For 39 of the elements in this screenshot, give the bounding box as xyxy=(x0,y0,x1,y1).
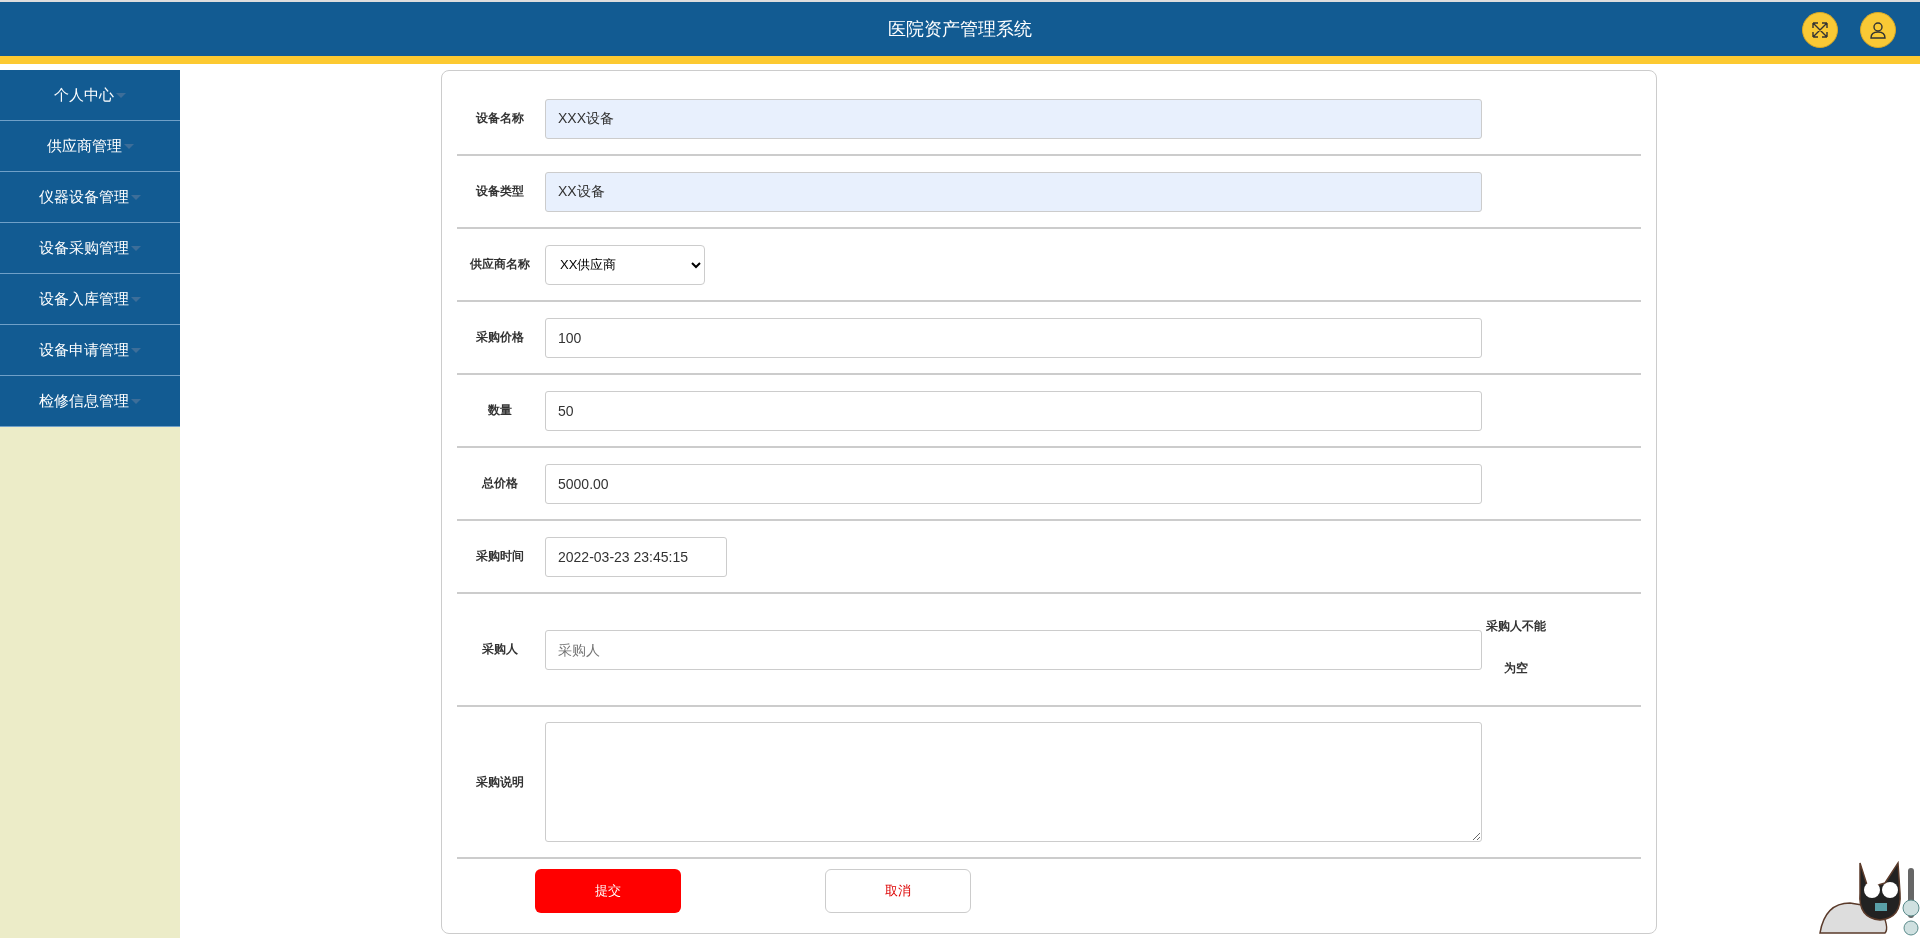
input-field[interactable]: XXX设备 xyxy=(545,98,1482,139)
field-label: 采购说明 xyxy=(475,773,525,791)
field-label: 供应商名称 xyxy=(469,256,531,273)
input-field[interactable]: 5000.00 xyxy=(545,463,1482,504)
field-label: 采购价格 xyxy=(475,329,525,346)
submit-button[interactable]: 提交 xyxy=(535,869,681,913)
input-field[interactable]: 2022-03-23 23:45:15 xyxy=(545,536,727,577)
caret-icon xyxy=(123,143,134,149)
input-field[interactable]: 50 xyxy=(545,390,1482,431)
caret-icon xyxy=(131,296,141,302)
input-field[interactable]: XX设备 xyxy=(545,171,1482,212)
fullscreen-button[interactable] xyxy=(1802,12,1838,48)
caret-icon xyxy=(131,194,141,200)
sidebar-menu-item[interactable]: 供应商管理 xyxy=(0,121,180,172)
cancel-button[interactable]: 取消 xyxy=(825,869,971,913)
user-icon xyxy=(1869,21,1887,39)
sidebar-menu-item[interactable]: 个人中心 xyxy=(0,70,180,121)
sidebar-menu-item[interactable]: 检修信息管理 xyxy=(0,376,180,427)
caret-icon xyxy=(131,245,141,251)
field-label: 采购人 xyxy=(481,641,519,658)
caret-icon xyxy=(116,92,126,98)
field-label: 采购时间 xyxy=(475,548,525,565)
error-message: 采购人不能为空 xyxy=(1485,617,1547,677)
field-label: 设备类型 xyxy=(474,183,525,200)
sidebar-menu-item[interactable]: 仪器设备管理 xyxy=(0,172,180,223)
sidebar-menu-item[interactable]: 设备采购管理 xyxy=(0,223,180,274)
dropdown[interactable]: XX供应商 xyxy=(545,244,705,285)
caret-icon xyxy=(131,347,141,353)
user-button[interactable] xyxy=(1860,12,1896,48)
app-title: 医院资产管理系统 xyxy=(888,18,1032,41)
input-field[interactable]: 采购人 xyxy=(545,629,1482,670)
sidebar-menu-item[interactable]: 设备申请管理 xyxy=(0,325,180,376)
field-label: 数量 xyxy=(487,402,513,419)
expand-arrows-icon xyxy=(1811,21,1829,39)
input-field[interactable]: 100 xyxy=(545,317,1482,358)
sidebar-menu-item[interactable]: 设备入库管理 xyxy=(0,274,180,325)
field-label: 设备名称 xyxy=(474,110,525,127)
caret-icon xyxy=(131,398,141,404)
field-label: 总价格 xyxy=(480,475,519,492)
